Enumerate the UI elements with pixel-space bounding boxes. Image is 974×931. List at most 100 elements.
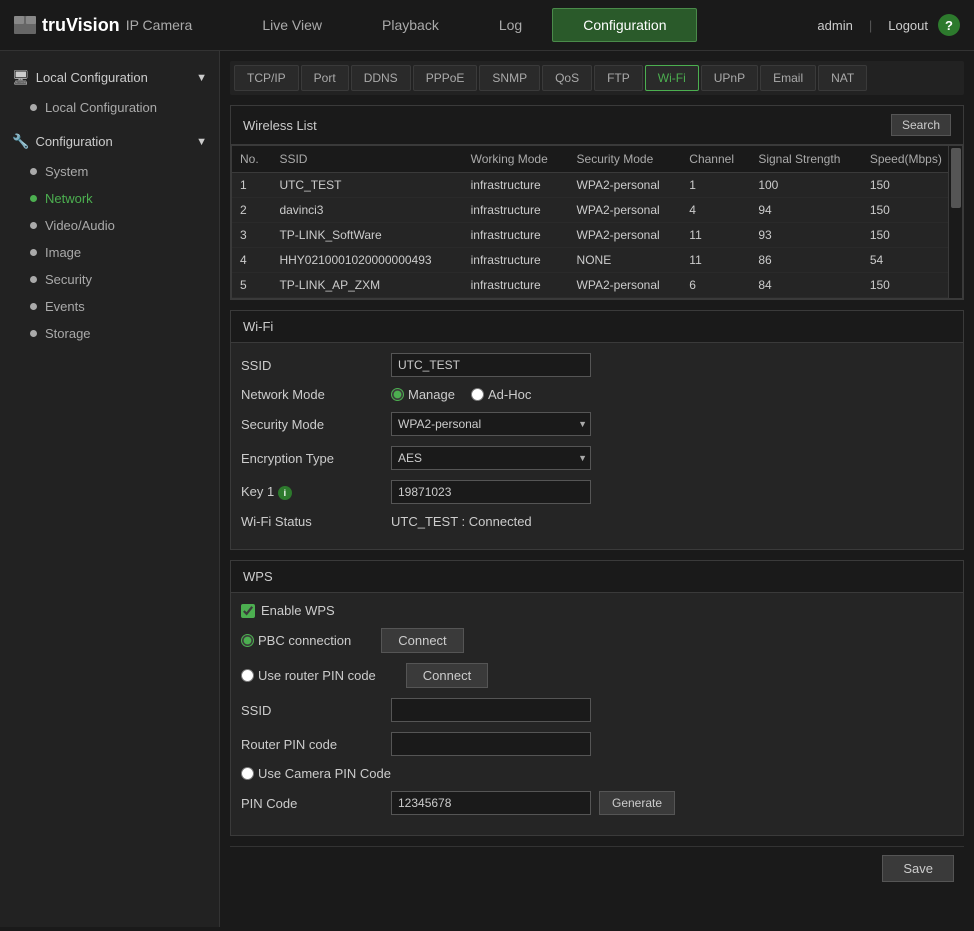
- wireless-list-title: Wireless List: [243, 118, 317, 133]
- wps-ssid-input[interactable]: [391, 698, 591, 722]
- tab-wifi[interactable]: Wi-Fi: [645, 65, 699, 91]
- nav-playback[interactable]: Playback: [352, 9, 469, 41]
- tab-ddns[interactable]: DDNS: [351, 65, 411, 91]
- cell-security: WPA2-personal: [569, 173, 682, 198]
- pbc-radio-label[interactable]: PBC connection: [241, 633, 351, 648]
- nav-live-view[interactable]: Live View: [232, 9, 352, 41]
- sidebar-item-system[interactable]: System: [0, 158, 219, 185]
- wps-body: Enable WPS PBC connection Connect Use ro: [231, 593, 963, 835]
- manage-radio[interactable]: [391, 388, 404, 401]
- sidebar-item-storage[interactable]: Storage: [0, 320, 219, 347]
- sidebar-item-network-label: Network: [45, 191, 93, 206]
- cell-channel: 6: [681, 273, 750, 298]
- key1-input[interactable]: [391, 480, 591, 504]
- adhoc-radio[interactable]: [471, 388, 484, 401]
- table-row[interactable]: 4HHY0210001020000000493infrastructureNON…: [232, 248, 962, 273]
- adhoc-radio-label[interactable]: Ad-Hoc: [471, 387, 531, 402]
- tab-email[interactable]: Email: [760, 65, 816, 91]
- table-row[interactable]: 3TP-LINK_SoftWareinfrastructureWPA2-pers…: [232, 223, 962, 248]
- enable-wps-label[interactable]: Enable WPS: [241, 603, 335, 618]
- save-button[interactable]: Save: [882, 855, 954, 882]
- cell-ssid: TP-LINK_SoftWare: [271, 223, 462, 248]
- logout-button[interactable]: Logout: [888, 18, 928, 33]
- main-nav: Live View Playback Log Configuration: [232, 8, 817, 42]
- help-button[interactable]: ?: [938, 14, 960, 36]
- router-pin-connect-button[interactable]: Connect: [406, 663, 488, 688]
- security-mode-select[interactable]: WPA2-personal WPA-personal WEP NONE: [391, 412, 591, 436]
- cell-ssid: UTC_TEST: [271, 173, 462, 198]
- sidebar-item-video-audio[interactable]: Video/Audio: [0, 212, 219, 239]
- sidebar-item-image[interactable]: Image: [0, 239, 219, 266]
- config-icon: 🔧: [12, 133, 29, 150]
- local-config-icon: 🖥: [12, 69, 30, 86]
- wifi-status-label: Wi-Fi Status: [241, 514, 391, 529]
- tab-nat[interactable]: NAT: [818, 65, 867, 91]
- dot-icon: [30, 330, 37, 337]
- cell-mode: infrastructure: [463, 198, 569, 223]
- sidebar-item-security-label: Security: [45, 272, 92, 287]
- col-signal: Signal Strength: [750, 146, 862, 173]
- cell-speed: 150: [862, 173, 962, 198]
- sidebar-item-local-configuration[interactable]: Local Configuration: [0, 94, 219, 121]
- key1-info-icon[interactable]: i: [278, 486, 292, 500]
- dot-icon: [30, 276, 37, 283]
- wps-ssid-row: SSID: [241, 698, 953, 722]
- tab-port[interactable]: Port: [301, 65, 349, 91]
- sidebar-item-events[interactable]: Events: [0, 293, 219, 320]
- router-pin-radio[interactable]: [241, 669, 254, 682]
- pin-code-input[interactable]: [391, 791, 591, 815]
- sidebar-item-security[interactable]: Security: [0, 266, 219, 293]
- camera-pin-radio-label[interactable]: Use Camera PIN Code: [241, 766, 391, 781]
- table-row[interactable]: 2davinci3infrastructureWPA2-personal4941…: [232, 198, 962, 223]
- table-row[interactable]: 1UTC_TESTinfrastructureWPA2-personal1100…: [232, 173, 962, 198]
- pbc-radio[interactable]: [241, 634, 254, 647]
- col-ssid: SSID: [271, 146, 462, 173]
- sidebar-section-local-config-header[interactable]: 🖥 Local Configuration ▼: [0, 61, 219, 94]
- wireless-list-header: Wireless List Search: [231, 106, 963, 145]
- camera-pin-radio[interactable]: [241, 767, 254, 780]
- cell-no: 5: [232, 273, 271, 298]
- wifi-status-row: Wi-Fi Status UTC_TEST : Connected: [241, 514, 953, 529]
- wps-title: WPS: [243, 569, 273, 584]
- sidebar-section-configuration-header[interactable]: 🔧 Configuration ▼: [0, 125, 219, 158]
- cell-signal: 93: [750, 223, 862, 248]
- encryption-type-select[interactable]: AES TKIP: [391, 446, 591, 470]
- sidebar-item-image-label: Image: [45, 245, 81, 260]
- router-pin-code-row: Router PIN code: [241, 732, 953, 756]
- nav-configuration[interactable]: Configuration: [552, 8, 697, 42]
- tab-snmp[interactable]: SNMP: [479, 65, 540, 91]
- tab-tcp-ip[interactable]: TCP/IP: [234, 65, 299, 91]
- enable-wps-text: Enable WPS: [261, 603, 335, 618]
- logo-brand: truVision: [42, 15, 120, 36]
- network-mode-label: Network Mode: [241, 387, 391, 402]
- generate-button[interactable]: Generate: [599, 791, 675, 815]
- tab-upnp[interactable]: UPnP: [701, 65, 758, 91]
- wireless-table-wrapper: No. SSID Working Mode Security Mode Chan…: [231, 145, 963, 299]
- sidebar-item-network[interactable]: Network: [0, 185, 219, 212]
- dot-icon: [30, 222, 37, 229]
- tab-ftp[interactable]: FTP: [594, 65, 643, 91]
- enable-wps-checkbox[interactable]: [241, 604, 255, 618]
- key1-label: Key 1 i: [241, 484, 391, 500]
- router-pin-radio-label[interactable]: Use router PIN code: [241, 668, 376, 683]
- table-row[interactable]: 5TP-LINK_AP_ZXMinfrastructureWPA2-person…: [232, 273, 962, 298]
- pin-code-row: PIN Code Generate: [241, 791, 953, 815]
- encryption-type-label: Encryption Type: [241, 451, 391, 466]
- network-mode-radio-group: Manage Ad-Hoc: [391, 387, 531, 402]
- tab-qos[interactable]: QoS: [542, 65, 592, 91]
- cell-signal: 84: [750, 273, 862, 298]
- pbc-connect-button[interactable]: Connect: [381, 628, 463, 653]
- cell-ssid: davinci3: [271, 198, 462, 223]
- security-mode-select-wrapper: WPA2-personal WPA-personal WEP NONE: [391, 412, 591, 436]
- table-header-row: No. SSID Working Mode Security Mode Chan…: [232, 146, 962, 173]
- scrollbar-thumb[interactable]: [951, 148, 961, 208]
- manage-radio-label[interactable]: Manage: [391, 387, 455, 402]
- ssid-input[interactable]: [391, 353, 591, 377]
- tab-pppoe[interactable]: PPPoE: [413, 65, 478, 91]
- search-button[interactable]: Search: [891, 114, 951, 136]
- scrollbar-track[interactable]: [948, 146, 962, 298]
- col-working-mode: Working Mode: [463, 146, 569, 173]
- key1-row: Key 1 i: [241, 480, 953, 504]
- nav-log[interactable]: Log: [469, 9, 552, 41]
- router-pin-code-input[interactable]: [391, 732, 591, 756]
